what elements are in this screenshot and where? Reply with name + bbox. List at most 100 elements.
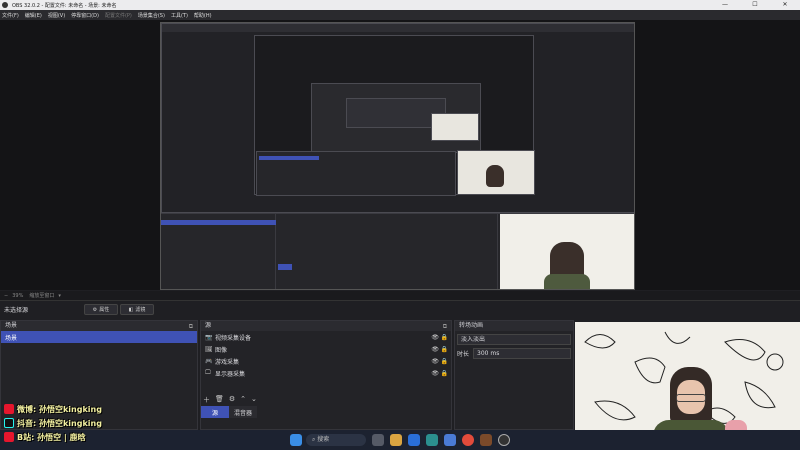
zoom-value: 39% <box>12 292 24 299</box>
menu-scene-collection[interactable]: 场景集合(S) <box>138 12 165 19</box>
zoom-mode-dropdown[interactable]: 缩放至窗口 <box>29 292 54 299</box>
file-explorer-icon[interactable] <box>390 434 402 446</box>
nested-webcam-small <box>431 113 479 141</box>
scenes-header: 场景 ⧉ <box>1 321 197 331</box>
menu-docks[interactable]: 停靠窗口(D) <box>71 12 99 19</box>
chevron-up-icon[interactable]: ⌃ <box>240 395 246 405</box>
eye-icon[interactable]: 👁 <box>431 346 439 353</box>
nested-sources <box>278 214 498 289</box>
nested-scenes <box>161 214 276 289</box>
filter-icon: ◧ <box>128 306 134 313</box>
store-icon[interactable] <box>444 434 456 446</box>
overlay-bilibili-text: B站: 孙悟空 | 鹿晗 <box>17 432 86 442</box>
add-icon[interactable]: ＋ <box>203 395 210 405</box>
nested-docks <box>256 151 456 196</box>
minimize-button[interactable]: — <box>710 0 740 10</box>
source-item-label: 图像 <box>215 346 228 354</box>
image-icon: 🖼 <box>205 345 213 353</box>
filters-label: 滤镜 <box>135 307 146 313</box>
scenes-title: 场景 <box>5 322 18 329</box>
transition-type-select[interactable]: 淡入淡出 <box>457 334 571 345</box>
duration-label: 时长 <box>457 351 470 358</box>
monitor-icon: 🖵 <box>205 369 211 376</box>
menu-profile[interactable]: 配置文件(P) <box>105 12 132 19</box>
weibo-icon <box>4 404 14 414</box>
source-item-label: 游戏采集 <box>215 358 240 366</box>
nested-webcam-medium <box>457 150 535 195</box>
taskbar-search[interactable]: ⌕ 搜索 <box>306 434 366 446</box>
source-item-label: 视频采集设备 <box>215 334 252 342</box>
source-control-row: 未选择源 ⚙ 属性 ◧ 滤镜 <box>0 300 800 318</box>
sources-tabs: 源 混音器 <box>201 406 453 418</box>
duration-row: 时长 300 ms <box>457 348 571 359</box>
close-button[interactable]: ✕ <box>770 0 800 10</box>
filters-button[interactable]: ◧ 滤镜 <box>120 304 154 315</box>
source-item-label: 显示器采集 <box>215 370 246 378</box>
lock-icon[interactable]: 🔒 <box>441 346 448 353</box>
nested-source-tab <box>278 264 292 270</box>
lock-icon[interactable]: 🔒 <box>441 358 448 365</box>
menu-view[interactable]: 视图(V) <box>48 12 65 19</box>
gamepad-icon: 🎮 <box>205 357 213 365</box>
obs-taskbar-icon[interactable] <box>498 434 510 446</box>
transitions-header: 转场动画 <box>455 321 573 331</box>
person-figure-icon <box>486 165 504 187</box>
source-item[interactable]: 🖼 图像 👁 🔒 <box>201 343 451 355</box>
menu-file[interactable]: 文件(F) <box>2 12 19 19</box>
start-icon[interactable] <box>290 434 302 446</box>
camera-icon: 📷 <box>205 333 213 341</box>
taskbar-search-label: 搜索 <box>317 436 330 443</box>
source-item[interactable]: 🖵 显示器采集 👁 🔒 <box>201 367 451 379</box>
sources-title: 源 <box>205 322 212 329</box>
nested-webcam-large <box>500 214 634 289</box>
lock-icon[interactable]: 🔒 <box>441 334 448 341</box>
source-item[interactable]: 📷 视频采集设备 👁 🔒 <box>201 331 451 343</box>
window-title: OBS 32.0.2 - 配置文件: 未命名 - 场景: 未命名 <box>12 2 117 9</box>
douyin-icon <box>4 418 14 428</box>
overlay-bilibili: B站: 孙悟空 | 鹿晗 <box>4 431 86 443</box>
overlay-weibo-text: 微博: 孙悟空kingking <box>17 404 102 414</box>
preview-canvas[interactable] <box>160 22 635 290</box>
overlay-douyin-text: 抖音: 孙悟空kingking <box>17 418 102 428</box>
chevron-down-icon: ▾ <box>58 292 61 299</box>
bilibili-icon <box>4 432 14 442</box>
properties-button[interactable]: ⚙ 属性 <box>84 304 118 315</box>
menu-edit[interactable]: 编辑(E) <box>25 12 42 19</box>
glasses-icon <box>676 394 706 402</box>
gear-icon: ⚙ <box>92 306 98 313</box>
duration-input[interactable]: 300 ms <box>473 348 571 359</box>
nested-scene-row <box>161 220 276 225</box>
zoom-down-icon[interactable]: − <box>4 293 8 299</box>
sources-dock: 源 ⧉ 📷 视频采集设备 👁 🔒 🖼 图像 👁 🔒 🎮 游戏采集 👁 🔒 🖵 显… <box>200 320 452 430</box>
eye-icon[interactable]: 👁 <box>431 334 439 341</box>
source-item[interactable]: 🎮 游戏采集 👁 🔒 <box>201 355 451 367</box>
app2-icon[interactable] <box>480 434 492 446</box>
sources-header: 源 ⧉ <box>201 321 451 331</box>
eye-icon[interactable]: 👁 <box>431 370 439 377</box>
tab-mixer[interactable]: 混音器 <box>229 406 257 418</box>
gear-icon[interactable]: ⚙ <box>229 395 235 405</box>
menu-help[interactable]: 帮助(H) <box>194 12 212 19</box>
chrome-icon[interactable] <box>462 434 474 446</box>
lock-icon[interactable]: 🔒 <box>441 370 448 377</box>
source-toolbar: ＋ 🗑 ⚙ ⌃ ⌄ <box>203 395 257 405</box>
edge-icon[interactable] <box>408 434 420 446</box>
app-icon[interactable] <box>426 434 438 446</box>
person-shirt-icon <box>544 274 590 289</box>
eye-icon[interactable]: 👁 <box>431 358 439 365</box>
task-view-icon[interactable] <box>372 434 384 446</box>
transitions-dock: 转场动画 淡入淡出 时长 300 ms <box>454 320 574 430</box>
trash-icon[interactable]: 🗑 <box>215 395 224 405</box>
maximize-button[interactable]: ☐ <box>740 0 770 10</box>
menu-tools[interactable]: 工具(T) <box>171 12 188 19</box>
scene-item-label: 场景 <box>5 334 18 342</box>
zoom-bar: − 39% 缩放至窗口 ▾ <box>0 291 800 300</box>
chevron-down-icon[interactable]: ⌄ <box>251 395 257 405</box>
tab-sources[interactable]: 源 <box>201 406 229 418</box>
overlay-weibo: 微博: 孙悟空kingking <box>4 403 102 415</box>
nested-docks-row <box>161 213 634 289</box>
menu-bar: 文件(F) 编辑(E) 视图(V) 停靠窗口(D) 配置文件(P) 场景集合(S… <box>0 10 800 20</box>
overlay-douyin: 抖音: 孙悟空kingking <box>4 417 102 429</box>
selected-source-label: 未选择源 <box>4 307 29 314</box>
scene-item[interactable]: 场景 <box>1 331 197 343</box>
